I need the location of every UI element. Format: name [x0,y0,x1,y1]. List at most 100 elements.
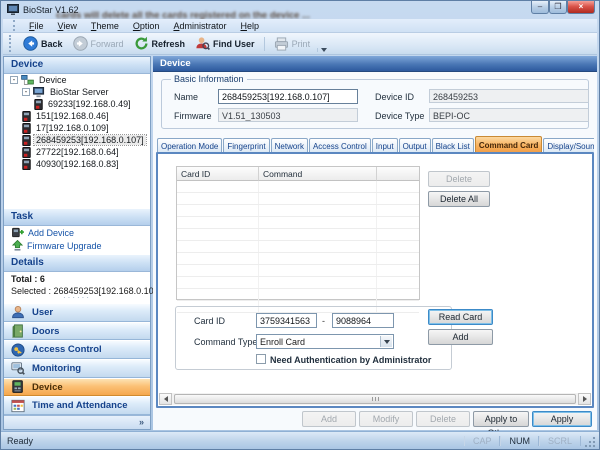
card-id-input-2[interactable]: 9088964 [332,313,394,328]
table-row[interactable] [177,253,419,265]
table-row[interactable] [177,265,419,277]
time-attendance-icon [11,399,25,413]
task-header: Task [4,209,150,226]
device-icon [11,380,25,394]
table-row[interactable] [177,217,419,229]
monitoring-icon [11,361,25,375]
menu-item-help[interactable]: Help [233,20,266,32]
nav-item-user[interactable]: User [4,303,150,322]
tree-item[interactable]: -BioStar Server [4,86,150,98]
table-row[interactable] [177,193,419,205]
menu-item-theme[interactable]: Theme [84,20,126,32]
menu-item-file[interactable]: File [22,20,51,32]
server-icon [33,87,45,98]
delete-button[interactable]: Delete [428,171,490,187]
table-row[interactable] [177,277,419,289]
firmware-label: Firmware [174,111,212,121]
table-cell [259,181,377,192]
tab-black-list[interactable]: Black List [432,138,474,152]
tab-output[interactable]: Output [399,138,431,152]
scroll-left-icon[interactable] [159,393,172,405]
expander-icon[interactable]: - [22,88,30,96]
command-card-table[interactable]: Card IDCommand [176,166,420,300]
print-button[interactable]: Print [269,35,316,53]
find-user-button[interactable]: Find User [190,34,260,53]
tree-item[interactable]: 151[192.168.0.46] [4,110,150,122]
task-item-label: Firmware Upgrade [27,241,102,251]
card-id-input-1[interactable]: 3759341563 [256,313,317,328]
delete-all-button[interactable]: Delete All [428,191,490,207]
scroll-right-icon[interactable] [578,393,591,405]
footer-button-row: AddModifyDeleteApply to OthersApply [153,411,592,428]
tree-item-label: 17[192.168.0.109] [34,123,111,133]
read-card-button[interactable]: Read Card [428,309,493,325]
forward-button[interactable]: Forward [68,34,129,53]
delete-button[interactable]: Delete [416,411,470,427]
table-row[interactable] [177,205,419,217]
card-entry-groupbox: Card ID 3759341563 - 9088964 Command Typ… [175,306,452,370]
name-input[interactable]: 268459253[192.168.0.107] [218,89,358,104]
nav-overflow[interactable]: » [4,415,150,429]
menu-item-view[interactable]: View [51,20,84,32]
table-cell [377,289,419,300]
add-card-button[interactable]: Add [428,329,493,345]
name-label: Name [174,92,198,102]
sidebar-splitter[interactable]: ······ [4,296,150,302]
maximize-button[interactable]: ❒ [549,1,567,14]
apply-button[interactable]: Apply [532,411,592,427]
tab-command-card[interactable]: Command Card [475,136,543,152]
firmware-value: V1.51_130503 [218,108,358,122]
sidebar-header-device: Device [4,57,150,74]
nav-item-monitoring[interactable]: Monitoring [4,359,150,378]
table-cell [177,205,259,216]
table-cell [177,277,259,288]
nav-item-doors[interactable]: Doors [4,322,150,341]
chevron-down-icon [321,48,327,52]
tab-display-sound[interactable]: Display/Sound [543,138,594,152]
expander-icon[interactable]: - [10,76,18,84]
tree-item[interactable]: -Device [4,74,150,86]
tab-operation-mode[interactable]: Operation Mode [157,138,222,152]
add-button[interactable]: Add [302,411,356,427]
menu-item-administrator[interactable]: Administrator [166,20,233,32]
scrollbar-thumb[interactable] [174,394,576,404]
minimize-button[interactable]: – [531,1,549,14]
toolbar-overflow-button[interactable] [317,48,330,52]
device-id-label: Device ID [375,92,414,102]
nav-item-time-and-attendance[interactable]: Time and Attendance [4,396,150,415]
back-button[interactable]: Back [18,34,68,53]
refresh-button[interactable]: Refresh [129,34,191,53]
table-cell [259,289,377,300]
apply-to-others-button[interactable]: Apply to Others [473,411,529,427]
task-item-add-device[interactable]: Add Device [4,226,150,239]
tab-network[interactable]: Network [271,138,308,152]
nav-item-access-control[interactable]: Access Control [4,340,150,359]
reader-icon [22,111,31,122]
menu-item-option[interactable]: Option [126,20,167,32]
resize-grip[interactable] [583,435,597,449]
table-cell [177,217,259,228]
nav-item-label: Monitoring [32,363,81,374]
task-item-firmware-upgrade[interactable]: Firmware Upgrade [4,239,150,252]
tab-access-control[interactable]: Access Control [309,138,371,152]
need-auth-checkbox[interactable] [256,354,266,364]
tab-input[interactable]: Input [372,138,398,152]
tree-item[interactable]: 268459253[192.168.0.107] [4,134,150,146]
command-type-label: Command Type [194,337,257,347]
table-row[interactable] [177,241,419,253]
tab-fingerprint[interactable]: Fingerprint [223,138,269,152]
table-row[interactable] [177,229,419,241]
command-type-select[interactable]: Enroll Card [256,334,394,349]
modify-button[interactable]: Modify [359,411,413,427]
table-header-row: Card IDCommand [177,167,419,181]
table-row[interactable] [177,289,419,301]
close-button[interactable]: × [567,1,595,14]
tree-item[interactable]: 69233[192.168.0.49] [4,98,150,110]
nav-item-device[interactable]: Device [4,378,150,397]
horizontal-scrollbar[interactable] [159,393,591,405]
tree-item[interactable]: 40930[192.168.0.83] [4,158,150,170]
table-row[interactable] [177,181,419,193]
tree-item[interactable]: 17[192.168.0.109] [4,122,150,134]
tree-item[interactable]: 27722[192.168.0.64] [4,146,150,158]
card-id-separator: - [322,316,325,326]
